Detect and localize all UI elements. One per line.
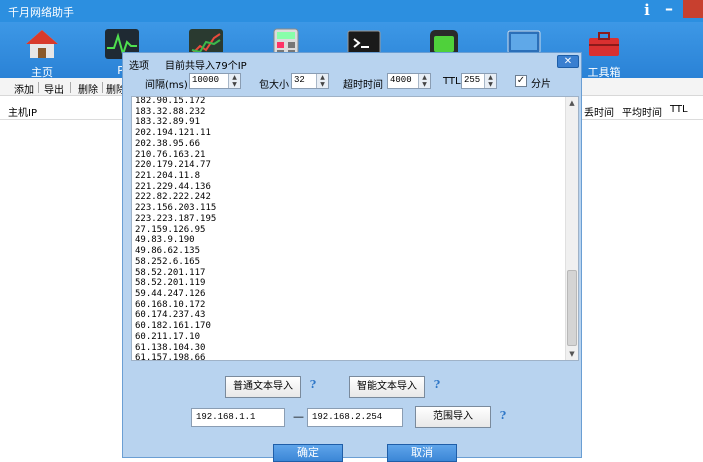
ttl-label: TTL <box>443 76 461 87</box>
plain-text-import-button[interactable]: 普通文本导入 <box>225 376 301 398</box>
range-start-input[interactable]: 192.168.1.1 <box>191 408 285 427</box>
ip-list-scrollbar[interactable]: ▲ ▼ <box>565 97 578 360</box>
scroll-up-icon[interactable]: ▲ <box>566 97 578 109</box>
scroll-down-icon[interactable]: ▼ <box>566 348 578 360</box>
dialog-close-button[interactable]: ✕ <box>557 55 579 68</box>
column-host-ip[interactable]: 主机IP <box>8 104 37 119</box>
column-ttl[interactable]: TTL <box>670 104 688 115</box>
dialog-title: 选项 <box>129 61 149 72</box>
app-title: 千月网络助手 <box>8 6 74 19</box>
range-import-help-icon[interactable]: ? <box>497 410 509 422</box>
minimize-icon[interactable]: – <box>660 1 678 19</box>
ttl-spinner[interactable]: 255 ▲ ▼ <box>461 73 497 89</box>
spinner-arrows-icon[interactable]: ▲ ▼ <box>228 74 240 88</box>
scroll-thumb[interactable] <box>567 270 577 346</box>
interval-spinner[interactable]: 10000 ▲ ▼ <box>189 73 241 89</box>
packet-size-spinner[interactable]: 32 ▲ ▼ <box>291 73 329 89</box>
home-icon <box>26 30 58 58</box>
split-label: 分片 <box>531 79 551 90</box>
packet-size-value[interactable]: 32 <box>294 75 305 85</box>
spinner-arrows-icon[interactable]: ▲ ▼ <box>316 74 328 88</box>
range-import-button[interactable]: 范围导入 <box>415 406 491 428</box>
spinner-arrows-icon[interactable]: ▲ ▼ <box>484 74 496 88</box>
menu-separator <box>38 82 39 93</box>
timeout-value[interactable]: 4000 <box>390 75 412 85</box>
ip-count-text: 目前共导入79个IP <box>165 61 247 72</box>
timeout-spinner[interactable]: 4000 ▲ ▼ <box>387 73 431 89</box>
spinner-arrows-icon[interactable]: ▲ ▼ <box>418 74 430 88</box>
menu-export[interactable]: 导出 <box>44 81 64 96</box>
info-icon[interactable]: i <box>638 1 656 19</box>
menu-delete[interactable]: 删除 <box>78 81 98 96</box>
interval-label: 间隔(ms) <box>145 80 188 91</box>
menu-add[interactable]: 添加 <box>14 81 34 96</box>
cancel-button[interactable]: 取消 <box>387 444 457 462</box>
toolbar-item-toolbox[interactable]: 工具箱 <box>574 24 634 79</box>
options-dialog: 选项 目前共导入79个IP ✕ 间隔(ms) 10000 ▲ ▼ 包大小 32 ▲… <box>122 52 582 462</box>
menu-separator <box>102 82 103 93</box>
column-avg-time[interactable]: 平均时间 <box>622 104 662 119</box>
interval-value[interactable]: 10000 <box>192 75 219 85</box>
menu-separator <box>70 82 71 93</box>
column-lost-time[interactable]: 丢时间 <box>584 104 614 119</box>
ok-button[interactable]: 确定 <box>273 444 343 462</box>
ttl-value[interactable]: 255 <box>464 75 480 85</box>
timeout-label: 超时时间 <box>343 80 383 91</box>
range-dash: — <box>293 410 304 423</box>
packet-size-label: 包大小 <box>259 80 289 91</box>
plain-import-help-icon[interactable]: ? <box>307 379 319 391</box>
toolbox-icon <box>589 32 619 56</box>
smart-text-import-button[interactable]: 智能文本导入 <box>349 376 425 398</box>
range-end-input[interactable]: 192.168.2.254 <box>307 408 403 427</box>
ip-list-textarea[interactable]: 182.90.15.172 183.32.88.232 183.32.89.91… <box>131 96 579 361</box>
close-window-button[interactable] <box>683 0 703 18</box>
smart-import-help-icon[interactable]: ? <box>431 379 443 391</box>
title-bar: 千月网络助手 i – <box>0 0 703 22</box>
ip-list-content[interactable]: 182.90.15.172 183.32.88.232 183.32.89.91… <box>135 97 563 360</box>
toolbar-item-home[interactable]: 主页 <box>12 24 72 79</box>
split-checkbox[interactable]: ✓ <box>515 75 527 87</box>
